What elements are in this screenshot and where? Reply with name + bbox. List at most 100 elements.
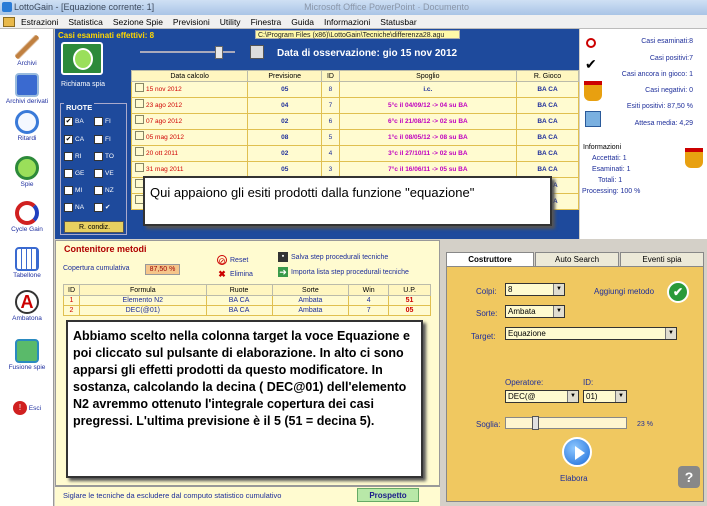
cell-previsione: 02 [247,113,323,130]
archivi-button[interactable]: Archivi [2,35,52,67]
book-icon [15,73,39,97]
menu-previsioni[interactable]: Previsioni [168,15,215,29]
reset-label: Reset [230,256,249,264]
reset-button[interactable]: ⊘ Reset [217,255,249,266]
fcol-ruote[interactable]: Ruote [205,284,273,296]
sorte-select[interactable]: Ambata ▼ [505,305,565,318]
bottom-hint: Siglare le tecniche da escludere dal com… [63,491,282,500]
checkbox-box[interactable] [94,117,103,126]
help-button[interactable]: ? [678,466,700,488]
ruota-checkbox[interactable]: GE [64,169,94,179]
spy-light-icon [73,48,93,70]
menu-estrazioni[interactable]: Estrazioni [16,15,63,29]
menu-guida[interactable]: Guida [286,15,319,29]
checkbox-box[interactable] [64,186,73,195]
floppy-icon: ▪ [278,252,288,262]
col-data-calcolo[interactable]: Data calcolo [130,70,249,82]
fcol-sorte[interactable]: Sorte [271,284,350,296]
aggiungi-metodo-button[interactable]: ✔ [667,281,689,303]
salva-step-button[interactable]: ▪ Salva step procedurali tecniche [278,252,388,262]
cell-previsione: 08 [247,129,323,146]
ruota-checkbox[interactable]: FI [94,117,124,127]
checkbox-box[interactable] [64,152,73,161]
ruota-checkbox[interactable]: NZ [94,186,124,196]
elabora-button[interactable] [562,437,592,467]
chevron-down-icon: ▼ [567,391,578,402]
info-esaminati: Esaminati: 1 [592,166,631,173]
table-row[interactable]: 23 ago 2012 04 7 5°c il 04/09/12 -> 04 su B… [130,97,580,114]
date-slider[interactable] [132,46,247,60]
formula-row[interactable]: 2 DEC(@01) BA CA Ambata 7 05 [63,305,431,316]
checkbox-box[interactable] [64,169,73,178]
tabellone-button[interactable]: Tabellone [2,247,52,279]
col-r-gioco[interactable]: R. Gioco [515,70,580,82]
id-select[interactable]: 01) ▼ [583,390,627,403]
ambatona-button[interactable]: A Ambatona [2,290,52,322]
soglia-slider-thumb[interactable] [532,416,539,430]
table-row[interactable]: 05 mag 2012 08 5 1°c il 08/05/12 -> 08 su B… [130,129,580,146]
colpi-select[interactable]: 8 ▼ [505,283,565,296]
ritardi-button[interactable]: Ritardi [2,110,52,142]
menu-statistica[interactable]: Statistica [63,15,108,29]
fusione-spie-button[interactable]: Fusione spie [2,339,52,371]
ruota-checkbox[interactable]: TO [94,152,124,162]
fcell-formula: Elemento N2 [79,295,207,306]
copertura-value: 87,50 % [145,264,180,275]
ruota-checkbox[interactable]: RI [64,152,94,162]
checkbox-box[interactable]: ✔ [64,117,73,126]
menu-informazioni[interactable]: Informazioni [319,15,375,29]
checkbox-box[interactable] [94,186,103,195]
operatore-select[interactable]: DEC(@ ▼ [505,390,579,403]
spie-button[interactable]: Spie [2,156,52,188]
calendar-icon[interactable] [250,45,264,59]
menu-utility[interactable]: Utility [215,15,246,29]
esci-button[interactable]: ! Esci [2,401,52,416]
target-select[interactable]: Equazione ▼ [505,327,677,340]
ruota-checkbox[interactable]: ✔ BA [64,117,94,127]
slider-thumb[interactable] [215,46,223,59]
tab-auto-search[interactable]: Auto Search [535,252,619,267]
col-id[interactable]: ID [321,70,340,82]
menu-statusbar[interactable]: Statusbar [375,15,421,29]
cell-spoglio: 6°c il 21/08/12 -> 02 su BA [338,113,517,130]
fcol-up[interactable]: U.P. [388,284,431,296]
fcol-id[interactable]: ID [63,284,80,296]
checkbox-box[interactable] [64,203,73,212]
ruota-checkbox[interactable]: ✔ CA [64,135,94,145]
soglia-slider[interactable] [505,416,627,430]
menu-finestra[interactable]: Finestra [246,15,287,29]
richiama-spia-button[interactable] [61,42,103,75]
importa-step-button[interactable]: ➜ Importa lista step procedurali tecniche [278,267,409,277]
elimina-button[interactable]: ✖ Elimina [217,269,253,279]
table-row[interactable]: 20 ott 2011 02 4 3°c il 27/10/11 -> 02 su B… [130,145,580,162]
formula-row[interactable]: 1 Elemento N2 BA CA Ambata 4 51 [63,295,431,306]
tab-costruttore[interactable]: Costruttore [446,252,534,267]
fusione-spie-label: Fusione spie [8,364,46,371]
checkbox-box[interactable] [94,152,103,161]
ruota-checkbox[interactable]: MI [64,186,94,196]
col-previsione[interactable]: Previsione [247,70,323,82]
table-row[interactable]: 15 nov 2012 05 8 i.c. BA CA [130,81,580,98]
table-row[interactable]: 07 ago 2012 02 6 6°c il 21/08/12 -> 02 su B… [130,113,580,130]
ruota-label: GE [75,170,85,178]
app-menu-icon[interactable] [3,17,15,27]
col-spoglio[interactable]: Spoglio [338,70,517,82]
checkbox-box[interactable] [94,203,103,212]
cycle-gain-button[interactable]: Cycle Gain [2,201,52,233]
ruota-checkbox[interactable]: NA [64,203,94,213]
archivi-derivati-button[interactable]: Archivi derivati [2,73,52,105]
r-condiz-button[interactable]: R. condiz. [64,221,124,233]
ruota-checkbox[interactable]: ✔ [94,203,124,213]
ruota-checkbox[interactable]: VE [94,169,124,179]
spy-light-icon [15,156,39,180]
checkbox-box[interactable] [94,169,103,178]
menu-sezione-spie[interactable]: Sezione Spie [108,15,168,29]
ruota-checkbox[interactable]: FI [94,135,124,145]
chevron-down-icon: ▼ [665,328,676,339]
prospetto-button[interactable]: Prospetto [357,488,419,502]
checkbox-box[interactable] [94,135,103,144]
fcol-formula[interactable]: Formula [79,284,207,296]
checkbox-box[interactable]: ✔ [64,135,73,144]
tab-eventi-spia[interactable]: Eventi spia [620,252,704,267]
fcol-win[interactable]: Win [348,284,390,296]
